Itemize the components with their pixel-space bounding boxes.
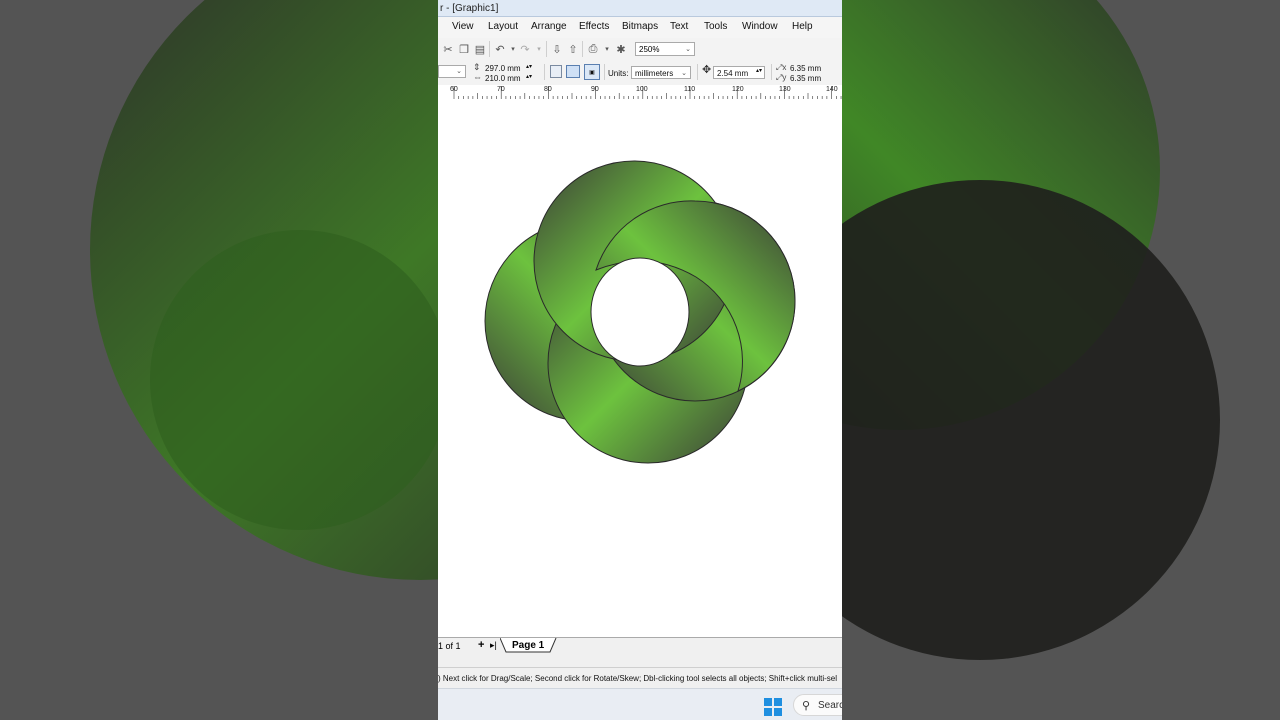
page-height-field[interactable]: 210.0 mm xyxy=(485,74,521,83)
search-icon: ⚲ xyxy=(802,700,811,712)
tab-page-1[interactable]: Page 1 xyxy=(512,640,544,651)
toolbar-separator xyxy=(604,64,605,80)
page-count: 1 of 1 xyxy=(438,641,461,651)
menu-view[interactable]: View xyxy=(452,21,474,32)
nudge-spinner-icon[interactable]: ▴▾ xyxy=(756,67,762,76)
menu-effects[interactable]: Effects xyxy=(579,21,609,32)
landscape-icon[interactable] xyxy=(566,65,580,78)
print-dropdown-icon[interactable]: ▾ xyxy=(600,42,614,56)
menu-bar: View Layout Arrange Effects Bitmaps Text… xyxy=(438,17,842,38)
paper-type-select[interactable]: ⌄ xyxy=(438,65,466,78)
windows-start-icon[interactable] xyxy=(764,698,782,716)
ruler-label: 120 xyxy=(732,86,744,93)
print-icon[interactable]: ⎙ xyxy=(586,42,600,56)
status-bar: ) Next click for Drag/Scale; Second clic… xyxy=(438,667,842,689)
page-navigator: 1 of 1 + ▸| Page 1 xyxy=(438,637,842,654)
chevron-down-icon: ⌄ xyxy=(456,68,462,75)
horizontal-ruler: 60 70 80 90 100 110 120 130 140 xyxy=(438,85,842,100)
page-height-icon: ⇔ xyxy=(473,72,482,82)
ruler-label: 60 xyxy=(450,86,458,93)
ring-knot-artwork[interactable] xyxy=(438,99,842,637)
copy-icon[interactable]: ❐ xyxy=(457,42,471,56)
toolbar-separator xyxy=(582,41,583,57)
taskbar-search[interactable]: ⚲ Search xyxy=(793,694,842,716)
ruler-label: 100 xyxy=(636,86,648,93)
redo-dropdown-icon[interactable]: ▾ xyxy=(532,42,546,56)
export-icon[interactable]: ⇧ xyxy=(566,42,580,56)
paste-icon[interactable]: ▤ xyxy=(473,42,487,56)
chevron-down-icon: ⌄ xyxy=(681,70,687,77)
duplicate-y-icon: ⤢y xyxy=(776,73,787,82)
zoom-tool-icon[interactable]: ✱ xyxy=(614,42,628,56)
title-bar: r - [Graphic1] xyxy=(438,0,842,17)
chevron-down-icon: ⌄ xyxy=(685,46,691,53)
menu-text[interactable]: Text xyxy=(670,21,688,32)
status-hint: ) Next click for Drag/Scale; Second clic… xyxy=(438,674,838,683)
apply-all-pages-icon[interactable]: ▣ xyxy=(584,64,600,80)
add-page-icon[interactable]: + xyxy=(478,639,484,651)
duplicate-y-field[interactable]: 6.35 mm xyxy=(790,74,821,83)
nudge-value: 2.54 mm xyxy=(717,69,749,78)
cut-icon[interactable]: ✂ xyxy=(441,42,455,56)
ruler-label: 90 xyxy=(591,86,599,93)
page-height-spinner-icon[interactable]: ▴▾ xyxy=(526,73,532,82)
drawing-canvas[interactable] xyxy=(438,99,842,637)
property-bar: ⌄ ⇕ 297.0 mm ▴▾ ⇔ 210.0 mm ▴▾ ▣ Units: m… xyxy=(438,60,842,86)
toolbar-separator xyxy=(697,64,698,80)
toolbar-separator xyxy=(546,41,547,57)
zoom-level-value: 250% xyxy=(639,45,660,54)
portrait-icon[interactable] xyxy=(550,65,562,78)
page-width-field[interactable]: 297.0 mm xyxy=(485,64,521,73)
menu-tools[interactable]: Tools xyxy=(704,21,727,32)
nudge-icon: ✥ xyxy=(702,64,712,76)
import-icon[interactable]: ⇩ xyxy=(550,42,564,56)
ruler-label: 130 xyxy=(779,86,791,93)
search-label: Search xyxy=(818,700,842,711)
ruler-label: 140 xyxy=(826,86,838,93)
menu-window[interactable]: Window xyxy=(742,21,778,32)
windows-taskbar xyxy=(438,688,842,720)
menu-layout[interactable]: Layout xyxy=(488,21,518,32)
page-width-spinner-icon[interactable]: ▴▾ xyxy=(526,63,532,72)
units-select[interactable]: millimeters ⌄ xyxy=(631,66,691,79)
page-width-icon: ⇕ xyxy=(473,62,481,72)
ring-center-hole xyxy=(590,257,690,367)
ruler-label: 80 xyxy=(544,86,552,93)
toolbar-separator xyxy=(771,64,772,80)
redo-icon[interactable]: ↷ xyxy=(518,42,532,56)
ruler-label: 110 xyxy=(684,86,696,93)
zoom-level-select[interactable]: 250% ⌄ xyxy=(635,42,695,56)
menu-bitmaps[interactable]: Bitmaps xyxy=(622,21,658,32)
menu-help[interactable]: Help xyxy=(792,21,813,32)
ruler-label: 70 xyxy=(497,86,505,93)
last-page-icon[interactable]: ▸| xyxy=(490,640,497,651)
standard-toolbar: ✂ ❐ ▤ ↶ ▾ ↷ ▾ ⇩ ⇧ ⎙ ▾ ✱ 250% ⌄ xyxy=(438,38,842,61)
toolbar-separator xyxy=(544,64,545,80)
undo-icon[interactable]: ↶ xyxy=(493,42,507,56)
units-label: Units: xyxy=(608,69,629,78)
window-title: r - [Graphic1] xyxy=(440,3,499,14)
duplicate-x-field[interactable]: 6.35 mm xyxy=(790,64,821,73)
toolbar-separator xyxy=(489,41,490,57)
coreldraw-window: r - [Graphic1] View Layout Arrange Effec… xyxy=(438,0,842,720)
menu-arrange[interactable]: Arrange xyxy=(531,21,567,32)
duplicate-x-icon: ⤢x xyxy=(776,63,787,72)
units-value: millimeters xyxy=(635,69,674,78)
